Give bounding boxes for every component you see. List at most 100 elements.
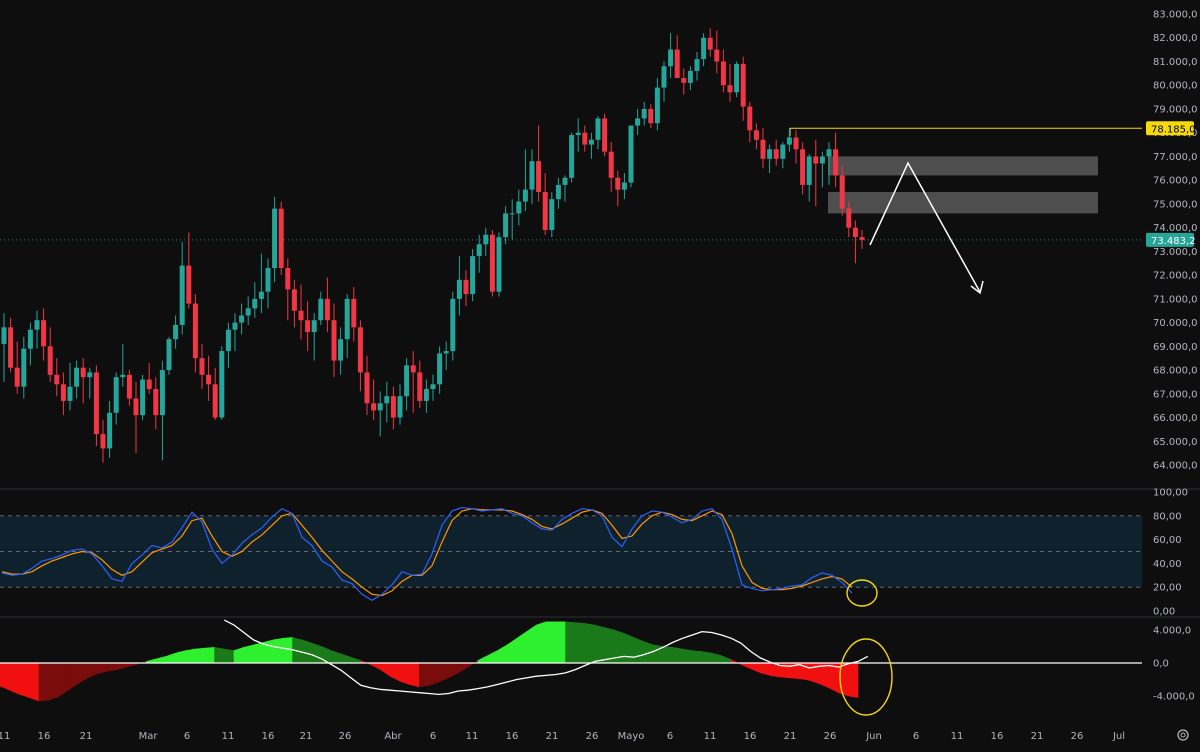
price-tick-label: 73.000,0 xyxy=(1153,247,1198,258)
candle-body xyxy=(588,139,594,145)
supply-zone-1 xyxy=(828,156,1098,176)
x-tick-label: 11 xyxy=(222,731,235,742)
candle-body xyxy=(318,298,324,321)
x-tick-label: Abr xyxy=(384,731,402,742)
candle-body xyxy=(668,49,674,67)
candle-body xyxy=(503,213,509,238)
candle-body xyxy=(687,70,693,83)
macd-histogram-segment xyxy=(409,662,420,688)
candle-body xyxy=(54,374,60,385)
candle-body xyxy=(311,320,317,333)
candle-body xyxy=(278,208,284,268)
candle-body xyxy=(404,365,410,397)
candle-body xyxy=(239,315,245,323)
candle-body xyxy=(536,161,542,193)
macd-histogram-segment xyxy=(311,642,323,664)
candle-body xyxy=(694,59,700,71)
macd-histogram-segment xyxy=(107,662,118,672)
candle-body xyxy=(331,320,337,361)
price-tick-label: 64.000,0 xyxy=(1153,461,1198,472)
candle-body xyxy=(780,144,786,159)
macd-tick-label: 4.000,0 xyxy=(1153,626,1191,637)
x-tick-label: 11 xyxy=(951,731,964,742)
candle-body xyxy=(113,377,119,413)
price-tick-label: 67.000,0 xyxy=(1153,389,1198,400)
candle-body xyxy=(41,320,47,347)
macd-histogram-segment xyxy=(19,662,30,698)
candle-body xyxy=(258,291,264,299)
stochastic-tick-label: 20,00 xyxy=(1153,583,1182,594)
candle-body xyxy=(179,265,185,325)
candle-body xyxy=(357,327,363,373)
resistance-price-label: 78.185,0 xyxy=(1151,124,1196,135)
candle-body xyxy=(87,372,93,378)
x-tick-label: 11 xyxy=(466,731,479,742)
candle-body xyxy=(324,298,330,321)
macd-histogram-segment xyxy=(38,662,50,702)
candle-body xyxy=(351,298,357,328)
x-tick-label: Mar xyxy=(139,731,159,742)
macd-histogram-segment xyxy=(194,647,206,664)
candle-body xyxy=(272,208,278,268)
candle-body xyxy=(846,208,852,228)
macd-histogram-segment xyxy=(545,621,557,664)
candle-body xyxy=(265,267,271,292)
macd-histogram-segment xyxy=(29,662,40,702)
x-tick-label: 16 xyxy=(262,731,275,742)
candle-body xyxy=(727,85,733,93)
candle-body xyxy=(839,175,845,209)
x-tick-label: 6 xyxy=(430,731,436,742)
candle-body xyxy=(555,184,561,200)
candle-body xyxy=(107,412,113,449)
price-tick-label: 74.000,0 xyxy=(1153,223,1198,234)
supply-zone-2 xyxy=(828,192,1098,214)
candle-body xyxy=(674,49,680,79)
x-tick-label: 21 xyxy=(80,731,93,742)
x-tick-label: 6 xyxy=(913,731,919,742)
stochastic-tick-label: 40,00 xyxy=(1153,559,1182,570)
trading-chart[interactable]: 11 16 21 Mar 6 11 16 21 26 Abr 6 11 16 21 26 Mayo 6 11 16 2… xyxy=(0,0,1200,752)
macd-histogram-segment xyxy=(526,624,537,664)
macd-histogram-segment xyxy=(0,662,11,691)
macd-histogram-segment xyxy=(185,648,196,664)
candle-body xyxy=(212,384,218,418)
stochastic-tick-label: 0,00 xyxy=(1153,607,1175,618)
candle-body xyxy=(47,346,53,375)
x-tick-label: 26 xyxy=(339,731,352,742)
macd-histogram-segment xyxy=(692,650,703,664)
price-tick-label: 83.000,0 xyxy=(1153,10,1198,21)
candle-body xyxy=(397,396,403,418)
x-tick-label: 16 xyxy=(506,731,519,742)
candle-body xyxy=(767,149,773,159)
price-tick-label: 68.000,0 xyxy=(1153,366,1198,377)
candle-body xyxy=(120,374,126,378)
candle-body xyxy=(859,237,865,240)
candle-body xyxy=(450,298,456,352)
candle-body xyxy=(582,132,588,145)
macd-histogram-segment xyxy=(224,648,235,664)
candle-body xyxy=(602,118,608,152)
macd-histogram-segment xyxy=(399,662,410,685)
candle-body xyxy=(364,372,370,404)
candle-body xyxy=(74,367,80,387)
candle-body xyxy=(635,118,641,126)
candle-body xyxy=(793,137,799,150)
stochastic-tick-label: 80,00 xyxy=(1153,511,1182,522)
candle-body xyxy=(423,389,429,401)
macd-histogram-segment xyxy=(701,651,713,664)
candle-body xyxy=(1,327,7,344)
candle-body xyxy=(377,403,383,411)
candle-body xyxy=(410,365,416,373)
candle-body xyxy=(641,108,647,119)
x-tick-label: 16 xyxy=(38,731,51,742)
candle-body xyxy=(720,61,726,86)
candle-body xyxy=(252,298,258,309)
macd-histogram-segment xyxy=(536,621,547,664)
candle-body xyxy=(773,149,779,159)
candle-body xyxy=(140,379,146,416)
macd-histogram-segment xyxy=(848,662,859,698)
candle-body xyxy=(417,372,423,401)
candle-body xyxy=(173,324,179,340)
candle-body xyxy=(305,320,311,333)
candle-body xyxy=(344,298,350,340)
